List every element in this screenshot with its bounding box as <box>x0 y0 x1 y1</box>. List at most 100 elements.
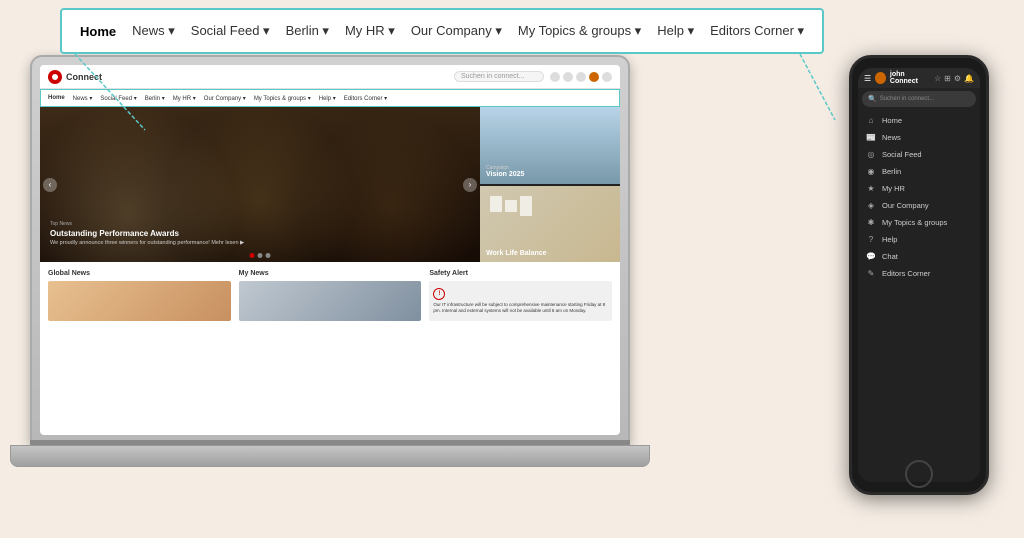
phone-gear-icon[interactable]: ⚙ <box>954 74 961 83</box>
hero-top-news-label: Top News <box>50 221 244 227</box>
phone-nav-company[interactable]: ◈ Our Company <box>858 197 980 214</box>
phone-notch <box>899 58 939 66</box>
hero-subtitle: We proudly announce three winners for ou… <box>50 240 244 246</box>
global-news-title: Global News <box>48 270 231 277</box>
icon-chat[interactable] <box>576 72 586 82</box>
screen-nav-topics[interactable]: My Topics & groups ▾ <box>251 94 314 103</box>
help-icon: ? <box>866 235 876 244</box>
phone-menu-icon[interactable]: ☰ <box>864 74 871 83</box>
hero-main: ‹ › Top News Outstanding Performance Awa… <box>40 107 480 262</box>
phone-nav-myhr[interactable]: ★ My HR <box>858 180 980 197</box>
phone-bell-icon[interactable]: 🔔 <box>964 74 974 83</box>
screen-nav-social[interactable]: Social Feed ▾ <box>97 94 139 103</box>
social-icon: ◎ <box>866 150 876 159</box>
icon-grid[interactable] <box>550 72 560 82</box>
hero-campaign-badge: Campaign Vision 2025 <box>486 165 524 178</box>
top-nav-item-social-feed[interactable]: Social Feed ▾ <box>185 19 276 43</box>
top-nav-item-my-hr[interactable]: My HR ▾ <box>339 19 401 43</box>
phone-grid-icon[interactable]: ⊞ <box>944 74 951 83</box>
hero-wlb-title: Work Life Balance <box>486 250 547 257</box>
screen-nav-help[interactable]: Help ▾ <box>316 94 339 103</box>
editors-icon: ✎ <box>866 269 876 278</box>
top-nav-item-our-company[interactable]: Our Company ▾ <box>405 19 508 43</box>
phone-nav-list: ⌂ Home 📰 News ◎ Social Feed ◉ Berlin ★ <box>858 110 980 284</box>
phone-nav-home[interactable]: ⌂ Home <box>858 112 980 129</box>
hero-text: Top News Outstanding Performance Awards … <box>50 221 244 246</box>
phone-nav-editors[interactable]: ✎ Editors Corner <box>858 265 980 282</box>
top-nav-bar: HomeNews ▾Social Feed ▾Berlin ▾My HR ▾Ou… <box>60 8 824 54</box>
logo-text: Connect <box>66 72 102 82</box>
icon-more[interactable] <box>602 72 612 82</box>
top-nav-item-home[interactable]: Home <box>74 20 122 43</box>
laptop-base <box>10 445 650 467</box>
screen-search-bar[interactable]: Suchen in connect... <box>454 71 544 82</box>
chat-icon: 💬 <box>866 252 876 261</box>
phone-nav-topics[interactable]: ✱ My Topics & groups <box>858 214 980 231</box>
hero-side: Campaign Vision 2025 Work Life B <box>480 107 620 262</box>
screen-nav-news[interactable]: News ▾ <box>70 94 96 103</box>
top-nav-item-berlin[interactable]: Berlin ▾ <box>280 19 335 43</box>
icon-bell[interactable] <box>563 72 573 82</box>
screen-news-sections: Global News My News Safety Alert ! Our I… <box>40 262 620 325</box>
laptop-body: Connect Suchen in connect... Home News ▾… <box>30 55 630 445</box>
hero-dots <box>250 253 271 258</box>
screen-hero: ‹ › Top News Outstanding Performance Awa… <box>40 107 620 262</box>
screen-topbar: Connect Suchen in connect... <box>40 65 620 89</box>
screen-nav-editors[interactable]: Editors Corner ▾ <box>341 94 390 103</box>
search-placeholder: Suchen in connect... <box>461 73 524 80</box>
phone-search-placeholder: Suchen in connect... <box>880 96 934 102</box>
my-news-image[interactable] <box>239 281 422 321</box>
screen-top-icons <box>550 72 612 82</box>
news-section-safety: Safety Alert ! Our IT infrastructure wil… <box>429 270 612 321</box>
phone-nav-chat-label: Chat <box>882 252 898 261</box>
laptop: Connect Suchen in connect... Home News ▾… <box>30 55 650 515</box>
news-section-global: Global News <box>48 270 231 321</box>
hero-dot-2[interactable] <box>258 253 263 258</box>
top-nav-item-editors-corner[interactable]: Editors Corner ▾ <box>704 19 810 43</box>
news-section-my: My News <box>239 270 422 321</box>
hero-wlb-panel[interactable]: Work Life Balance <box>480 186 620 263</box>
phone-app-name: john Connect <box>890 71 930 85</box>
phone-search-bar[interactable]: 🔍 Suchen in connect... <box>862 91 976 107</box>
phone-star-icon[interactable]: ☆ <box>934 74 941 83</box>
screen-nav-berlin[interactable]: Berlin ▾ <box>142 94 168 103</box>
home-icon: ⌂ <box>866 116 876 125</box>
hero-campaign-panel[interactable]: Campaign Vision 2025 <box>480 107 620 184</box>
phone-nav-company-label: Our Company <box>882 201 929 210</box>
phone-nav-berlin-label: Berlin <box>882 167 901 176</box>
phone: ☰ john Connect ☆ ⊞ ⚙ 🔔 🔍 Suchen in conne… <box>849 55 1004 515</box>
safety-alert-text: Our IT infrastructure will be subject to… <box>433 302 608 314</box>
phone-home-button[interactable] <box>905 460 933 488</box>
top-nav-item-news[interactable]: News ▾ <box>126 19 181 43</box>
phone-nav-editors-label: Editors Corner <box>882 269 930 278</box>
phone-nav-news-label: News <box>882 133 901 142</box>
screen-nav-myhr[interactable]: My HR ▾ <box>170 94 199 103</box>
hero-prev-button[interactable]: ‹ <box>43 178 57 192</box>
screen-logo: Connect <box>48 70 102 84</box>
phone-nav-help[interactable]: ? Help <box>858 231 980 248</box>
top-nav-item-help[interactable]: Help ▾ <box>651 19 700 43</box>
phone-avatar[interactable] <box>875 72 886 84</box>
screen-nav: Home News ▾ Social Feed ▾ Berlin ▾ My HR… <box>40 89 620 107</box>
phone-nav-berlin[interactable]: ◉ Berlin <box>858 163 980 180</box>
safety-alert-icon: ! <box>433 288 445 300</box>
phone-nav-social[interactable]: ◎ Social Feed <box>858 146 980 163</box>
my-news-title: My News <box>239 270 422 277</box>
hero-next-button[interactable]: › <box>463 178 477 192</box>
avatar[interactable] <box>589 72 599 82</box>
company-icon: ◈ <box>866 201 876 210</box>
phone-nav-news[interactable]: 📰 News <box>858 129 980 146</box>
screen-nav-home[interactable]: Home <box>45 94 68 102</box>
global-news-image[interactable] <box>48 281 231 321</box>
phone-nav-chat[interactable]: 💬 Chat <box>858 248 980 265</box>
phone-search-icon: 🔍 <box>868 95 877 103</box>
hero-dot-3[interactable] <box>266 253 271 258</box>
top-nav-item-my-topics-&-groups[interactable]: My Topics & groups ▾ <box>512 19 647 43</box>
hero-dot-1[interactable] <box>250 253 255 258</box>
phone-nav-social-label: Social Feed <box>882 150 922 159</box>
phone-nav-myhr-label: My HR <box>882 184 905 193</box>
berlin-icon: ◉ <box>866 167 876 176</box>
phone-body: ☰ john Connect ☆ ⊞ ⚙ 🔔 🔍 Suchen in conne… <box>849 55 989 495</box>
safety-alert-content: ! Our IT infrastructure will be subject … <box>429 281 612 321</box>
screen-nav-company[interactable]: Our Company ▾ <box>201 94 249 103</box>
